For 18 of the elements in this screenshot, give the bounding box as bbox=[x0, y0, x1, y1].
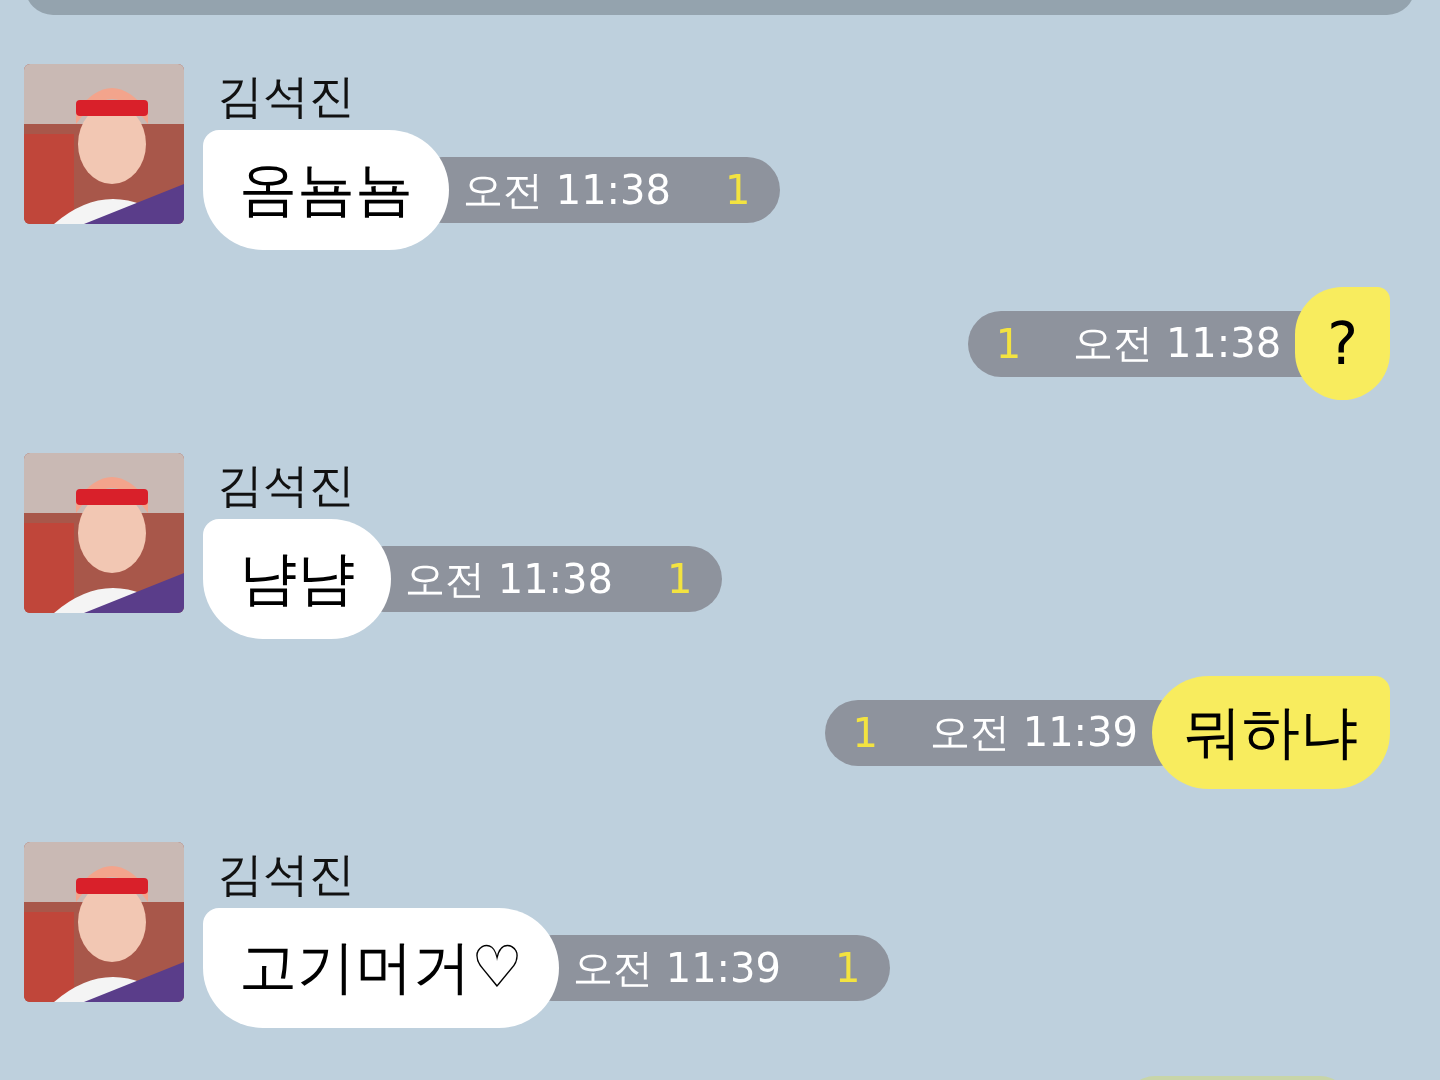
unread-count: 1 bbox=[835, 945, 861, 991]
message-bubble: 옴뇸뇸 bbox=[203, 130, 449, 250]
timestamp: 오전 11:38 bbox=[1073, 319, 1282, 368]
message-bubble: ? bbox=[1295, 287, 1390, 400]
message-bubble: 냠냠 bbox=[203, 519, 391, 639]
timestamp: 오전 11:38 bbox=[463, 165, 671, 215]
unread-count: 1 bbox=[667, 556, 693, 602]
sender-name: 김석진 bbox=[217, 846, 356, 902]
message-bubble: 고기머거♡ bbox=[203, 908, 559, 1028]
timestamp: 오전 11:39 bbox=[573, 943, 781, 993]
message-bubble: 뭐하냐 bbox=[1152, 676, 1390, 789]
sender-name: 김석진 bbox=[217, 68, 356, 124]
unread-count: 1 bbox=[995, 320, 1022, 367]
sender-name: 김석진 bbox=[217, 457, 356, 513]
timestamp: 오전 11:39 bbox=[930, 708, 1138, 757]
unread-count: 1 bbox=[852, 709, 878, 756]
timestamp: 오전 11:38 bbox=[405, 554, 613, 604]
unread-count: 1 bbox=[725, 167, 751, 213]
